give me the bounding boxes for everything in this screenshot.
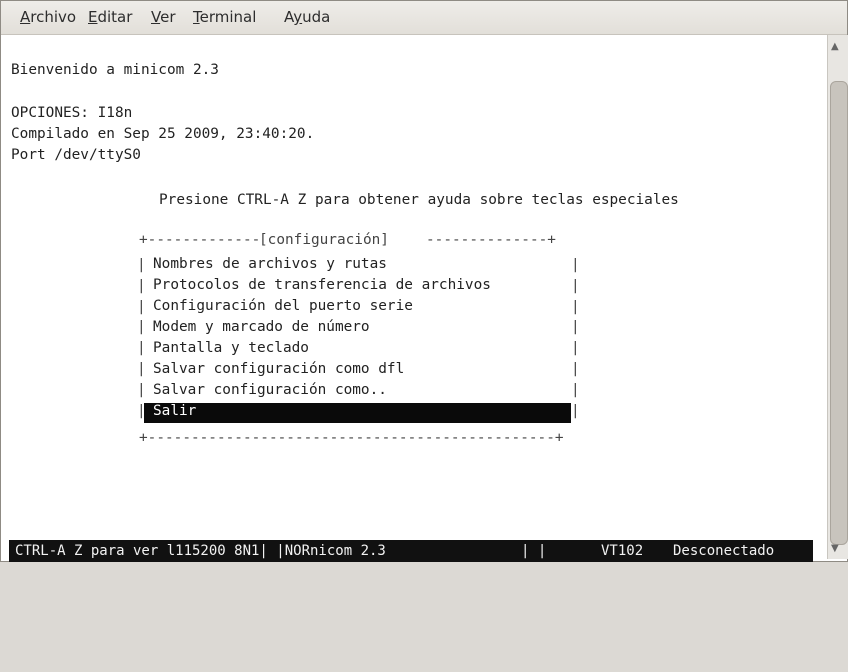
menu-item-puerto-serie[interactable]: Configuración del puerto serie (153, 298, 413, 314)
menu-frame-bottom: +---------------------------------------… (139, 430, 564, 446)
port-line: Port /dev/ttyS0 (11, 147, 141, 163)
menu-item-salir[interactable]: Salir (144, 403, 571, 423)
menu-item-pantalla[interactable]: Pantalla y teclado (153, 340, 309, 356)
terminal-window: Archivo Editar Ver Terminal Ayuda Bienve… (0, 0, 848, 562)
menu-frame-top-left: +------------- (139, 232, 261, 248)
menu-bar: Archivo Editar Ver Terminal Ayuda (1, 1, 847, 35)
scroll-thumb[interactable] (830, 81, 848, 545)
welcome-line: Bienvenido a minicom 2.3 (11, 62, 219, 78)
options-line: OPCIONES: I18n (11, 105, 133, 121)
scroll-down-arrow-icon[interactable]: ▼ (831, 543, 839, 554)
menu-item-nombres[interactable]: Nombres de archivos y rutas (153, 256, 387, 272)
help-hint-line: Presione CTRL-A Z para obtener ayuda sob… (159, 192, 679, 208)
compiled-line: Compilado en Sep 25 2009, 23:40:20. (11, 126, 315, 142)
status-help: CTRL-A Z para ver l115200 8N1| |NORnicom… (15, 543, 386, 559)
menu-item-salvar-dfl[interactable]: Salvar configuración como dfl (153, 361, 404, 377)
menu-item-modem[interactable]: Modem y marcado de número (153, 319, 370, 335)
status-connection: Desconectado (673, 543, 775, 559)
status-emulation: VT102 (601, 543, 644, 559)
terminal-output[interactable]: Bienvenido a minicom 2.3 OPCIONES: I18n … (1, 35, 823, 559)
menu-ayuda[interactable]: Ayuda (284, 8, 330, 26)
status-flags: | | (521, 543, 547, 559)
menu-item-protocolos[interactable]: Protocolos de transferencia de archivos (153, 277, 491, 293)
status-bar: CTRL-A Z para ver l115200 8N1| |NORnicom… (9, 540, 813, 562)
menu-ver[interactable]: Ver (151, 8, 176, 26)
config-menu-title: [configuración] (259, 232, 389, 248)
menu-item-salvar-como[interactable]: Salvar configuración como.. (153, 382, 387, 398)
menu-terminal[interactable]: Terminal (193, 8, 256, 26)
menu-frame-left: | | | | | | | | (137, 257, 146, 419)
menu-archivo[interactable]: Archivo (20, 8, 76, 26)
menu-frame-top-right: --------------+ (426, 232, 556, 248)
vertical-scrollbar[interactable]: ▲ ▼ (827, 35, 848, 559)
scroll-up-arrow-icon[interactable]: ▲ (831, 41, 839, 52)
menu-editar[interactable]: Editar (88, 8, 132, 26)
menu-frame-right: | | | | | | | | (571, 257, 580, 419)
